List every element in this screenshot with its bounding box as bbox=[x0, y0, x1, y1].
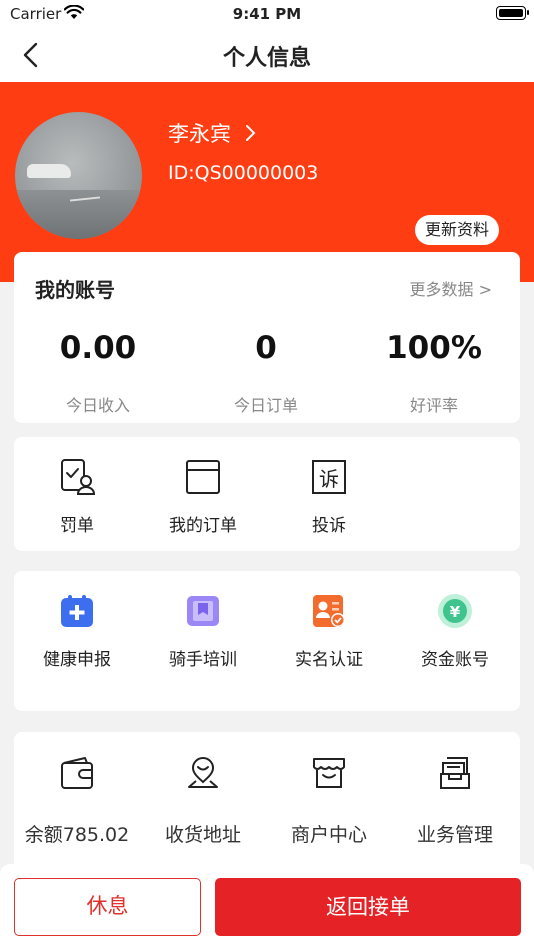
menu-item-penalty[interactable]: 罚单 bbox=[14, 457, 140, 536]
orders-icon bbox=[140, 457, 266, 501]
business-icon bbox=[392, 754, 518, 796]
id-verify-icon bbox=[266, 593, 392, 633]
wallet-icon bbox=[14, 754, 140, 796]
order-menu-card: 罚单 我的订单 诉 投诉 bbox=[14, 437, 520, 551]
svg-text:¥: ¥ bbox=[450, 603, 461, 621]
update-profile-button[interactable]: 更新资料 bbox=[415, 215, 499, 245]
stat-orders: 0 今日订单 bbox=[182, 330, 350, 416]
menu-item-my-orders[interactable]: 我的订单 bbox=[140, 457, 266, 536]
svg-text:诉: 诉 bbox=[319, 467, 339, 491]
stat-value: 0 bbox=[255, 330, 277, 366]
bottom-action-bar: 休息 返回接单 bbox=[0, 864, 534, 950]
fund-icon: ¥ bbox=[392, 593, 518, 633]
account-title: 我的账号 bbox=[35, 278, 115, 302]
page-title: 个人信息 bbox=[222, 46, 311, 71]
return-to-orders-button[interactable]: 返回接单 bbox=[215, 878, 521, 936]
menu-label: 骑手培训 bbox=[169, 650, 237, 670]
menu-item-id-verify[interactable]: 实名认证 bbox=[266, 593, 392, 670]
stat-income: 0.00 今日收入 bbox=[14, 330, 182, 416]
menu-label: 商户中心 bbox=[290, 824, 367, 846]
clock: 9:41 PM bbox=[232, 5, 302, 23]
health-icon bbox=[14, 593, 140, 633]
menu-item-balance[interactable]: 余额785.02 bbox=[14, 754, 140, 847]
menu-label: 余额785.02 bbox=[24, 824, 130, 846]
more-data-link[interactable]: 更多数据 > bbox=[410, 276, 493, 300]
penalty-icon bbox=[14, 457, 140, 501]
service-menu-card: 健康申报 骑手培训 实名认证 ¥ 资金账号 bbox=[14, 571, 520, 711]
menu-item-address[interactable]: 收货地址 bbox=[140, 754, 266, 847]
menu-item-business-management[interactable]: 业务管理 bbox=[392, 754, 518, 847]
stat-label: 今日收入 bbox=[65, 396, 130, 415]
stat-rating: 100% 好评率 bbox=[350, 330, 518, 416]
menu-label: 收货地址 bbox=[164, 824, 241, 846]
account-menu-card: 余额785.02 收货地址 商户中心 业务管理 bbox=[14, 732, 520, 872]
stat-value: 100% bbox=[386, 330, 482, 366]
avatar[interactable] bbox=[15, 112, 142, 239]
menu-label: 健康申报 bbox=[43, 650, 111, 670]
menu-label: 罚单 bbox=[60, 516, 94, 536]
menu-label: 实名认证 bbox=[295, 650, 363, 670]
stat-value: 0.00 bbox=[59, 330, 137, 366]
menu-label: 业务管理 bbox=[416, 824, 493, 846]
user-name[interactable]: 李永宾 bbox=[168, 118, 258, 148]
menu-item-training[interactable]: 骑手培训 bbox=[140, 593, 266, 670]
complaint-icon: 诉 bbox=[266, 457, 392, 501]
nav-bar: 个人信息 bbox=[0, 28, 534, 82]
menu-item-complaint[interactable]: 诉 投诉 bbox=[266, 457, 392, 536]
battery-icon bbox=[496, 6, 529, 20]
account-card: 我的账号 更多数据 > 0.00 今日收入 0 今日订单 100% 好评率 bbox=[14, 252, 520, 423]
training-icon bbox=[140, 593, 266, 633]
rest-button[interactable]: 休息 bbox=[14, 878, 201, 936]
address-icon bbox=[140, 754, 266, 796]
menu-label: 我的订单 bbox=[169, 516, 237, 536]
chevron-right-icon bbox=[245, 125, 256, 141]
user-id: ID:QS00000003 bbox=[168, 162, 319, 184]
stat-label: 今日订单 bbox=[233, 396, 298, 415]
menu-item-health[interactable]: 健康申报 bbox=[14, 593, 140, 670]
menu-item-merchant-center[interactable]: 商户中心 bbox=[266, 754, 392, 847]
menu-label: 资金账号 bbox=[421, 650, 489, 670]
stat-label: 好评率 bbox=[409, 396, 458, 415]
menu-label: 投诉 bbox=[312, 516, 346, 536]
menu-item-fund-account[interactable]: ¥ 资金账号 bbox=[392, 593, 518, 670]
user-name-label: 李永宾 bbox=[168, 122, 231, 146]
store-icon bbox=[266, 754, 392, 796]
status-bar: Carrier 9:41 PM bbox=[0, 0, 534, 28]
